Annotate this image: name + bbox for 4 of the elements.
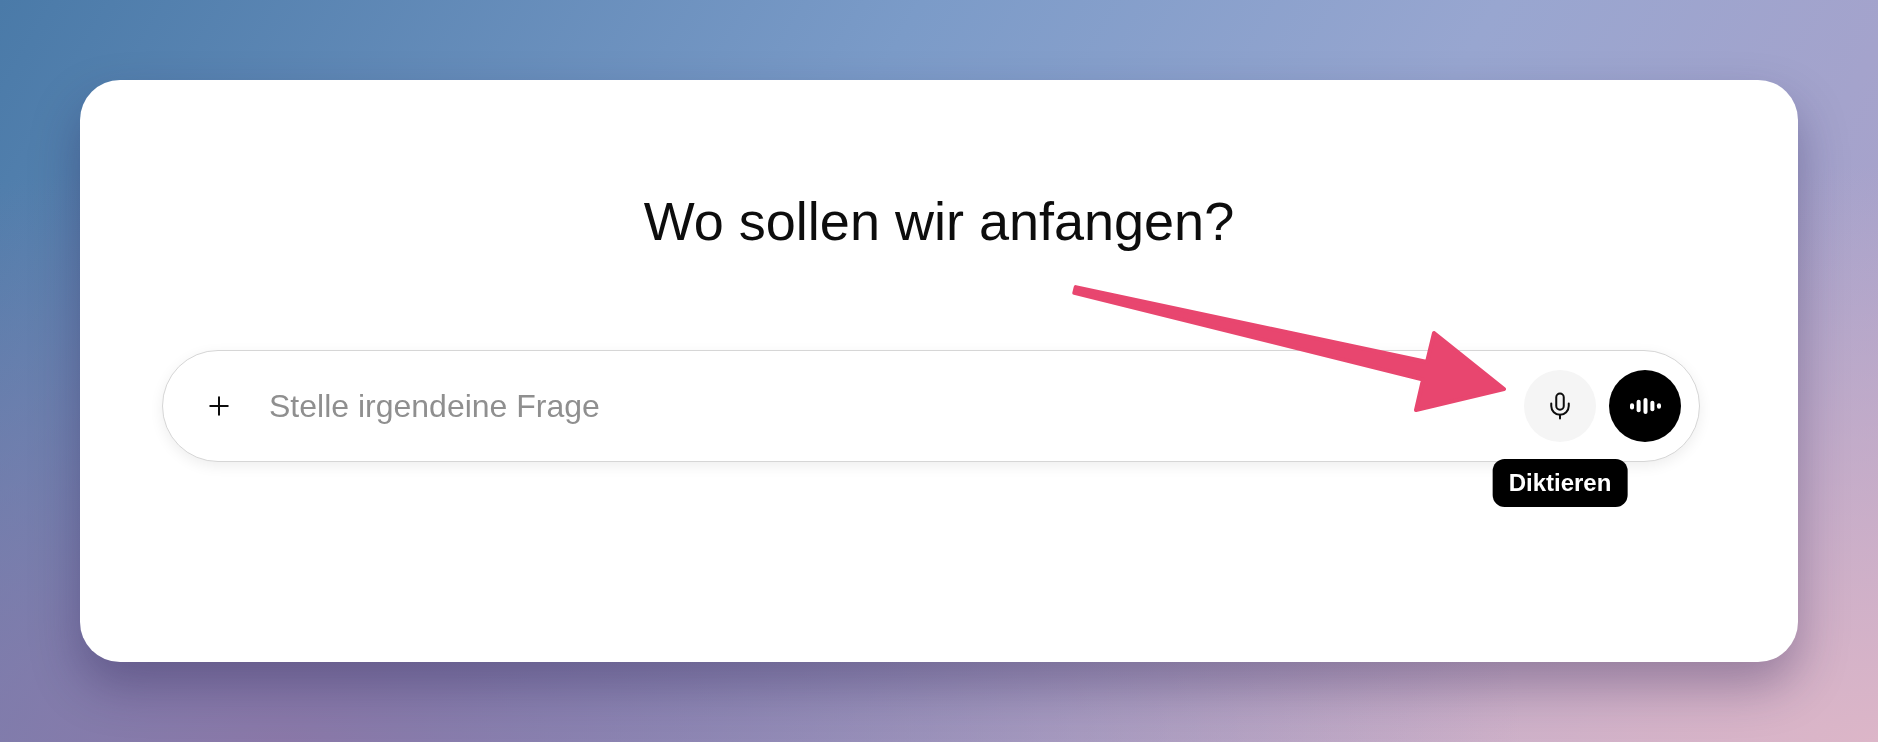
tooltip: Diktieren [1492, 459, 1628, 507]
page-heading: Wo sollen wir anfangen? [643, 190, 1235, 253]
text-input[interactable]: Stelle irgendeine Frage [269, 381, 1514, 431]
message-field[interactable]: Stelle irgendeine Frage [162, 350, 1700, 462]
